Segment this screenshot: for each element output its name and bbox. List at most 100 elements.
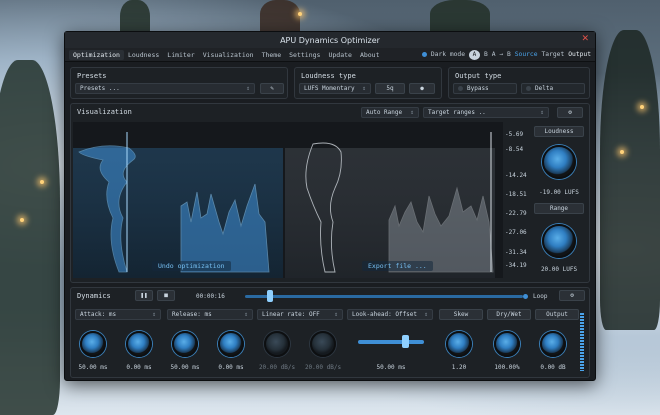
dark-mode-toggle[interactable]: [421, 52, 427, 57]
attack-select[interactable]: Attack: ms ⇕: [75, 309, 161, 320]
attack-knob[interactable]: [80, 331, 106, 357]
seek-bar[interactable]: [245, 295, 523, 298]
string-light: [620, 150, 624, 154]
skew-value: 1.20: [451, 364, 467, 371]
lookahead-value: 50.00 ms: [376, 364, 406, 371]
bypass-label: Bypass: [467, 85, 489, 92]
chevron-updown-icon: ⇕: [410, 109, 414, 116]
menu-bar: Optimization Loudness Limiter Visualizat…: [65, 48, 595, 62]
tab-optimization[interactable]: Optimization: [69, 49, 124, 60]
stop-icon[interactable]: ■: [157, 290, 175, 301]
loudness-type-value: LUFS Momentary: [304, 85, 355, 92]
drop-icon[interactable]: ●: [409, 83, 435, 94]
drywet-value: 100.00%: [494, 364, 520, 371]
rate-down-knob[interactable]: [310, 331, 336, 357]
seek-handle[interactable]: [267, 290, 273, 302]
tick-label: -14.24: [505, 172, 527, 179]
chevron-updown-icon: ⇕: [246, 85, 250, 92]
loop-toggle[interactable]: [523, 294, 528, 299]
range-knob[interactable]: [542, 224, 576, 258]
presets-title: Presets: [77, 72, 107, 80]
lookahead-slider-handle[interactable]: [402, 335, 409, 348]
range-mode-value: Auto Range: [366, 109, 403, 116]
monitor-output[interactable]: Output: [568, 51, 591, 58]
chevron-updown-icon: ⇕: [540, 109, 544, 116]
output-bypass-option[interactable]: Bypass: [453, 83, 517, 94]
string-light: [298, 12, 302, 16]
rate-down-value: 20.00 dB/s: [304, 364, 342, 371]
tab-update[interactable]: Update: [324, 50, 355, 60]
attack-offset-value: 0.00 ms: [126, 364, 152, 371]
output-type-panel: Output type Bypass Delta: [448, 67, 590, 99]
gear-icon[interactable]: ⚙: [559, 290, 585, 301]
linear-rate-select[interactable]: Linear rate: OFF ⇕: [257, 309, 343, 320]
export-file-button[interactable]: Export file ...: [362, 261, 433, 271]
radio-icon: [526, 86, 531, 91]
undo-optimization-button[interactable]: Undo optimization: [152, 261, 231, 271]
lookahead-select[interactable]: Look-ahead: Offset ⇕: [347, 309, 433, 320]
pencil-icon: ✎: [270, 85, 274, 92]
loudness-knob[interactable]: [542, 145, 576, 179]
tab-settings[interactable]: Settings: [285, 50, 324, 60]
tab-visualization[interactable]: Visualization: [199, 50, 258, 60]
dynamics-title: Dynamics: [77, 292, 111, 300]
tab-about[interactable]: About: [356, 50, 384, 60]
gear-icon[interactable]: ⚙: [557, 107, 583, 118]
tick-label: -5.69: [505, 131, 524, 138]
release-value: 50.00 ms: [170, 364, 200, 371]
range-value: 20.00 LUFS: [540, 266, 578, 273]
monitor-source[interactable]: Source: [515, 51, 538, 58]
ab-copy-button[interactable]: A → B: [492, 51, 511, 58]
linear-rate-label: Linear rate: OFF: [262, 311, 320, 318]
range-mode-select[interactable]: Auto Range ⇕: [361, 107, 419, 118]
string-light: [40, 180, 44, 184]
chevron-updown-icon: ⇕: [334, 311, 338, 318]
loudness-label: Loudness: [534, 126, 584, 137]
release-offset-knob[interactable]: [218, 331, 244, 357]
tree-shape: [430, 0, 490, 35]
sq-button[interactable]: 5q: [375, 83, 405, 94]
playback-time: 00:00:16: [196, 293, 225, 300]
loudness-value: -19.00 LUFS: [539, 189, 579, 196]
edit-preset-button[interactable]: ✎: [260, 83, 284, 94]
target-ranges-select[interactable]: Target ranges .. ⇕: [423, 107, 549, 118]
skew-label: Skew: [439, 309, 483, 320]
tab-loudness[interactable]: Loudness: [124, 50, 163, 60]
monitor-target[interactable]: Target: [542, 51, 565, 58]
release-select[interactable]: Release: ms ⇕: [167, 309, 253, 320]
radio-icon: [458, 86, 463, 91]
ab-button-a[interactable]: A: [468, 49, 480, 60]
release-knob[interactable]: [172, 331, 198, 357]
tick-label: -34.19: [505, 262, 527, 269]
delta-label: Delta: [535, 85, 554, 92]
string-light: [640, 105, 644, 109]
tick-label: -22.79: [505, 210, 527, 217]
tree-shape: [600, 30, 660, 330]
rate-up-knob[interactable]: [264, 331, 290, 357]
skew-knob[interactable]: [446, 331, 472, 357]
output-value: 0.00 dB: [540, 364, 566, 371]
drywet-knob[interactable]: [494, 331, 520, 357]
loudness-type-title: Loudness type: [301, 72, 356, 80]
presets-select[interactable]: Presets ... ⇕: [75, 83, 255, 94]
output-label: Output: [535, 309, 579, 320]
output-knob[interactable]: [540, 331, 566, 357]
tab-theme[interactable]: Theme: [258, 50, 286, 60]
target-ranges-value: Target ranges ..: [428, 109, 486, 116]
tree-shape: [0, 60, 60, 415]
pause-icon[interactable]: ❚❚: [135, 290, 153, 301]
visualization-title: Visualization: [77, 108, 132, 116]
lookahead-slider[interactable]: [358, 340, 424, 344]
presets-value: Presets ...: [80, 85, 120, 92]
attack-offset-knob[interactable]: [126, 331, 152, 357]
ab-button-b[interactable]: B: [484, 51, 488, 58]
output-delta-option[interactable]: Delta: [521, 83, 585, 94]
loudness-type-select[interactable]: LUFS Momentary ⇕: [299, 83, 371, 94]
string-light: [20, 218, 24, 222]
tab-limiter[interactable]: Limiter: [163, 50, 198, 60]
tick-label: -8.54: [505, 146, 524, 153]
close-icon[interactable]: ✕: [581, 34, 589, 44]
release-label: Release: ms: [172, 311, 212, 318]
tree-shape: [260, 0, 300, 35]
lookahead-label: Look-ahead: Offset: [352, 311, 418, 318]
